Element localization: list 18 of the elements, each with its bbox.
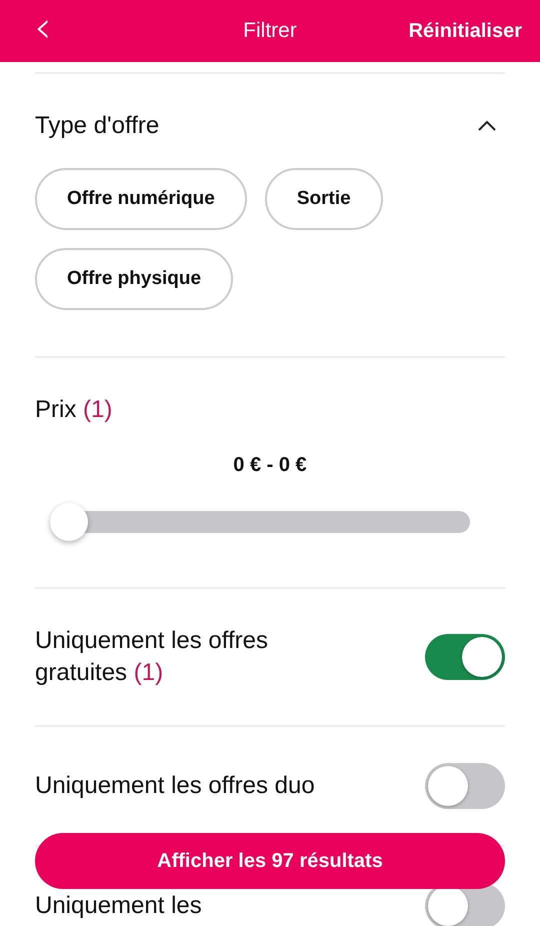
toggle-label: Uniquement les offres duo bbox=[35, 771, 315, 801]
reset-button[interactable]: Réinitialiser bbox=[408, 20, 522, 42]
screen-title: Filtrer bbox=[243, 19, 297, 43]
show-results-button[interactable]: Afficher les 97 résultats bbox=[35, 833, 505, 889]
toggle-switch[interactable] bbox=[425, 763, 505, 809]
price-slider[interactable] bbox=[50, 503, 470, 541]
price-range: 0 € - 0 € bbox=[232, 454, 308, 477]
slider-thumb[interactable] bbox=[50, 503, 88, 541]
back-button[interactable]: ‹ bbox=[28, 6, 58, 50]
filter-chip[interactable]: Offre numérique bbox=[35, 168, 247, 230]
filter-chip[interactable]: Offre physique bbox=[35, 248, 234, 310]
section-title: Prix (1) bbox=[35, 396, 114, 424]
toggle-label: Uniquement les offres gratuites (1) bbox=[35, 626, 270, 688]
toggle-label: Uniquement les bbox=[35, 891, 202, 921]
filter-chip[interactable]: Sortie bbox=[264, 168, 383, 230]
chevron-icon[interactable] bbox=[477, 120, 497, 132]
section-title: Type d'offre bbox=[35, 112, 160, 140]
toggle-switch[interactable] bbox=[425, 634, 505, 680]
